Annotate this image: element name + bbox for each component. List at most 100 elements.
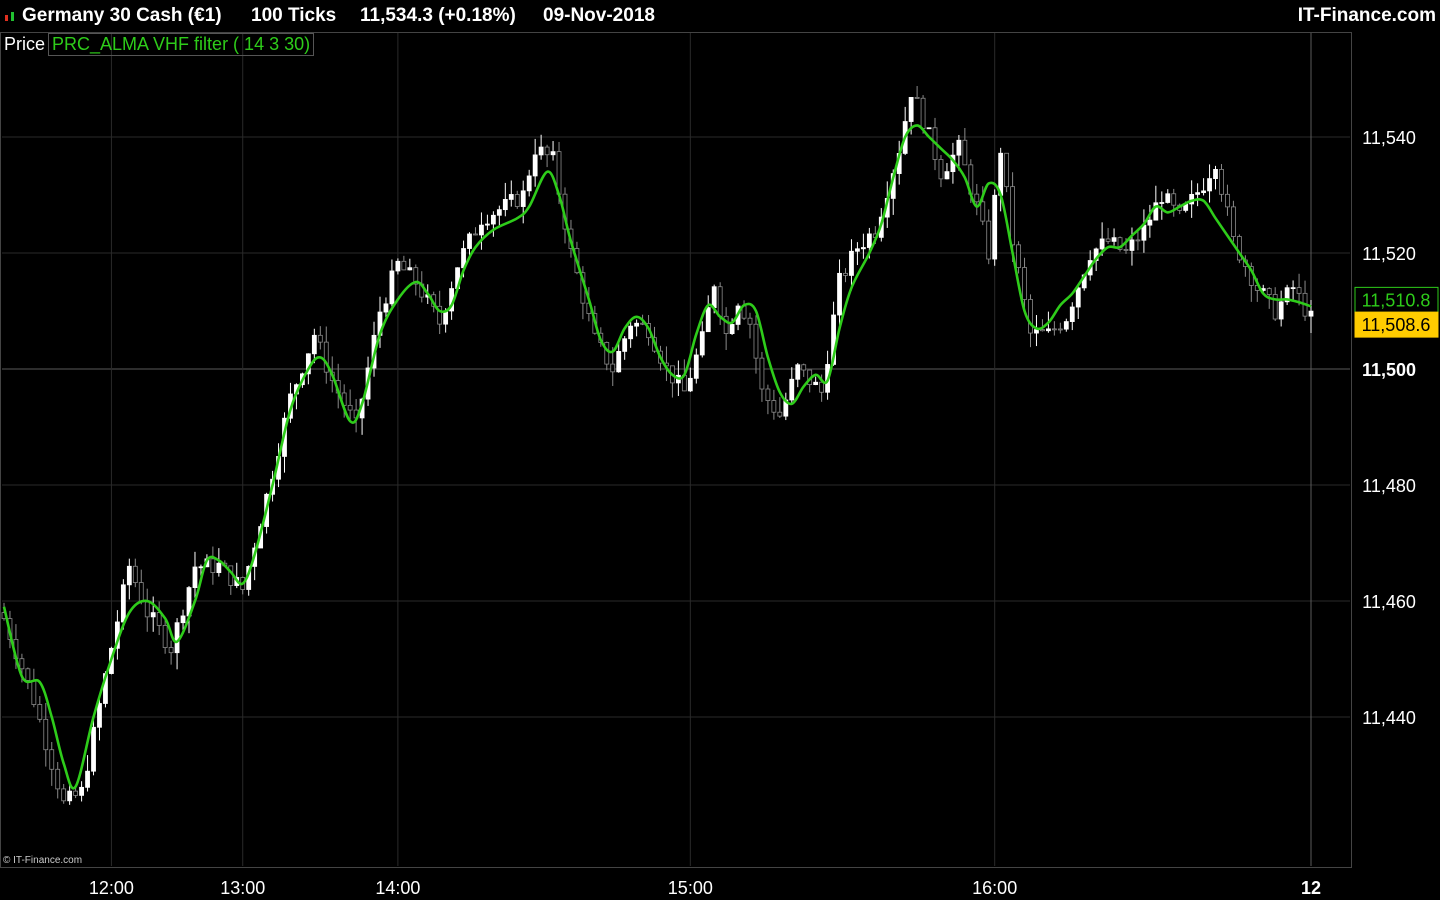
candle-body[interactable] [801, 364, 807, 371]
candle-body[interactable] [490, 214, 496, 225]
candle-body[interactable] [729, 324, 735, 334]
candle-body[interactable] [91, 726, 96, 772]
candle-body[interactable] [311, 334, 317, 355]
candle-body[interactable] [1057, 328, 1063, 331]
candle-body[interactable] [162, 625, 168, 648]
candle-body[interactable] [138, 582, 144, 603]
candle-body[interactable] [526, 175, 532, 192]
candle-body[interactable] [79, 786, 84, 796]
candle-body[interactable] [753, 323, 759, 359]
candle-body[interactable] [1159, 202, 1165, 204]
candle-body[interactable] [520, 190, 526, 207]
candle-body[interactable] [126, 565, 132, 586]
candle-body[interactable] [962, 139, 968, 166]
candle-body[interactable] [514, 194, 520, 207]
candle-body[interactable] [1165, 193, 1171, 203]
alma-indicator-line[interactable] [2, 124, 1312, 790]
candle-body[interactable] [699, 331, 705, 356]
candle-body[interactable] [789, 378, 795, 401]
candle-body[interactable] [25, 668, 31, 681]
candle-body[interactable] [622, 338, 628, 352]
candle-body[interactable] [61, 788, 67, 802]
candle-body[interactable] [765, 388, 771, 401]
candle-body[interactable] [97, 703, 102, 728]
candle-body[interactable] [37, 704, 43, 720]
candle-body[interactable] [634, 322, 640, 327]
candle-body[interactable] [1207, 178, 1212, 192]
candle-body[interactable] [485, 223, 490, 226]
candle-body[interactable] [1010, 186, 1015, 246]
candle-body[interactable] [395, 260, 401, 272]
candle-body[interactable] [866, 233, 872, 248]
candle-body[interactable] [914, 96, 920, 99]
legend-indicator-label[interactable]: PRC_ALMA VHF filter ( 14 3 30) [48, 32, 315, 56]
candle-body[interactable] [849, 250, 854, 276]
candle-body[interactable] [920, 97, 926, 129]
candle-body[interactable] [55, 768, 61, 790]
candle-body[interactable] [759, 357, 765, 390]
candle-body[interactable] [19, 658, 25, 670]
candle-body[interactable] [1147, 219, 1153, 226]
candle-body[interactable] [1069, 306, 1075, 322]
candle-body[interactable] [544, 146, 550, 156]
candle-body[interactable] [389, 270, 395, 305]
candle-body[interactable] [813, 381, 819, 386]
candle-body[interactable] [49, 749, 55, 770]
candle-body[interactable] [795, 364, 801, 380]
candle-body[interactable] [1111, 237, 1117, 242]
candle-body[interactable] [771, 400, 777, 413]
candle-body[interactable] [687, 377, 693, 392]
candle-body[interactable] [532, 154, 538, 177]
candle-body[interactable] [610, 363, 616, 373]
candle-body[interactable] [1099, 238, 1105, 250]
candle-body[interactable] [1201, 190, 1206, 194]
candle-body[interactable] [628, 325, 634, 340]
candle-body[interactable] [980, 201, 986, 222]
candle-body[interactable] [956, 139, 962, 156]
candle-body[interactable] [31, 680, 37, 705]
candle-body[interactable] [819, 381, 825, 393]
candle-body[interactable] [992, 194, 998, 260]
candle-body[interactable] [180, 615, 186, 624]
candle-body[interactable] [717, 286, 723, 317]
candle-body[interactable] [467, 233, 472, 249]
candle-body[interactable] [1308, 310, 1314, 317]
candle-body[interactable] [938, 159, 944, 180]
candle-body[interactable] [1266, 288, 1272, 295]
candle-body[interactable] [986, 220, 992, 260]
candle-body[interactable] [383, 303, 389, 313]
candle-body[interactable] [473, 233, 478, 236]
candle-body[interactable] [502, 199, 508, 211]
candle-body[interactable] [508, 194, 514, 200]
candle-body[interactable] [747, 317, 753, 325]
candle-body[interactable] [944, 171, 950, 180]
legend-price-label[interactable]: Price [2, 34, 48, 55]
candle-body[interactable] [479, 224, 484, 236]
candle-body[interactable] [1219, 169, 1224, 195]
candle-body[interactable] [156, 612, 162, 626]
candle-body[interactable] [1135, 239, 1141, 242]
candle-body[interactable] [144, 601, 150, 618]
candle-body[interactable] [496, 209, 502, 216]
candle-body[interactable] [198, 566, 204, 569]
candle-body[interactable] [1171, 193, 1177, 206]
candle-body[interactable] [1105, 238, 1111, 242]
candle-body[interactable] [210, 558, 216, 574]
candle-body[interactable] [317, 334, 323, 343]
candle-body[interactable] [132, 565, 138, 583]
candle-body[interactable] [43, 718, 49, 751]
candle-body[interactable] [1075, 287, 1081, 308]
candle-body[interactable] [1016, 244, 1021, 268]
candle-body[interactable] [1123, 249, 1129, 251]
candle-body[interactable] [860, 247, 866, 250]
candle-body[interactable] [1195, 192, 1201, 195]
candle-body[interactable] [908, 96, 914, 122]
price-chart[interactable]: 11,440 11,460 11,480 11,500 11,520 11,540 12:0… [0, 0, 1440, 900]
candle-body[interactable] [1278, 301, 1284, 320]
candle-body[interactable] [550, 151, 556, 156]
candle-body[interactable] [407, 267, 413, 271]
candle-body[interactable] [120, 584, 126, 623]
candle-body[interactable] [616, 351, 622, 373]
candle-body[interactable] [85, 770, 90, 788]
candle-body[interactable] [1225, 193, 1230, 208]
